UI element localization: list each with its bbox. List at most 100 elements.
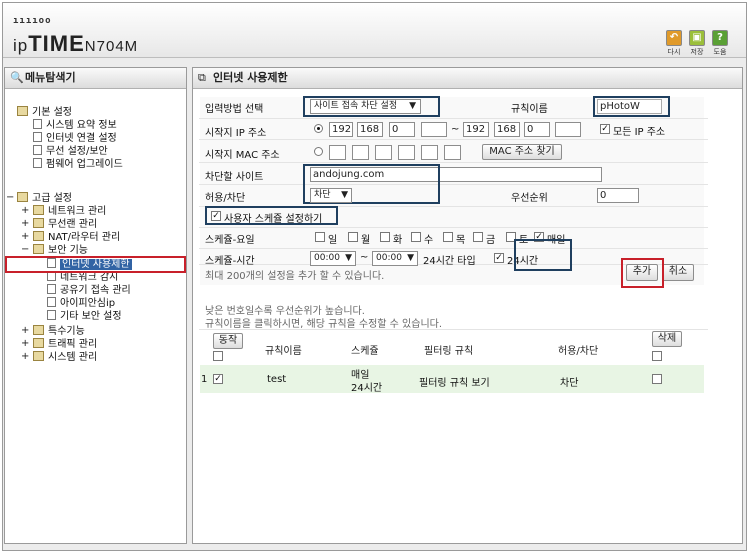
save-button[interactable]: ▣ 저장 [687,30,707,57]
help-icon: ? [712,30,728,46]
tree-item-wireless-security[interactable]: 무선 설정/보안 [33,145,108,158]
day-thu-checkbox[interactable] [443,232,453,242]
page-icon [33,158,42,168]
ip-to-octet-3[interactable]: 0 [524,122,550,137]
ip-radio[interactable] [314,124,323,133]
expand-icon[interactable]: + [21,325,29,337]
day-fri-checkbox[interactable] [473,232,483,242]
cancel-button[interactable]: 취소 [662,264,694,281]
row-rule-name[interactable]: test [267,374,286,385]
ip-from-octet-1[interactable]: 192 [329,122,353,137]
delete-all-checkbox[interactable] [652,351,662,361]
mac-field-5[interactable] [421,145,438,160]
folder-icon [33,338,44,348]
tree-basic-settings[interactable]: 기본 설정 [17,106,72,119]
tree-item-network-management[interactable]: 네트워크 관리 [33,205,106,218]
allow-block-label: 허용/차단 [205,193,246,204]
folder-icon [17,192,28,202]
tree-label: 보안 기능 [48,245,88,256]
all-ip-checkbox[interactable]: ✓ [600,124,610,134]
collapse-icon[interactable]: − [6,192,14,204]
time-to-value: 00:00 [376,253,402,263]
tree-label: 트래픽 관리 [48,339,98,350]
edit-note: 규칙이름을 클릭하시면, 해당 규칙을 수정할 수 있습니다. [205,319,443,330]
ip-to-octet-1[interactable]: 192 [463,122,489,137]
tree-item-wireless-lan[interactable]: 무선랜 관리 [33,218,97,231]
ip-from-octet-4[interactable] [421,122,447,137]
tree-label: 고급 설정 [32,193,72,204]
input-method-label: 입력방법 선택 [205,104,264,115]
row-delete-checkbox[interactable] [652,374,662,384]
max-note: 최대 200개의 설정을 추가 할 수 있습니다. [205,271,385,282]
page-icon [33,119,42,129]
mac-field-2[interactable] [352,145,369,160]
delete-button[interactable]: 삭제 [652,331,682,347]
tree-item-firmware-upgrade[interactable]: 펌웨어 업그레이드 [33,158,123,171]
tree-label: 시스템 요약 정보 [46,120,117,131]
mac-search-button[interactable]: MAC 주소 찾기 [482,144,562,160]
mac-field-6[interactable] [444,145,461,160]
row-schedule-hours: 24시간 [351,383,383,394]
row-filter-link[interactable]: 필터링 규칙 보기 [419,374,490,389]
ip-to-octet-2[interactable]: 168 [494,122,520,137]
priority-input[interactable]: 0 [597,188,639,203]
undo-button[interactable]: ↶ 다시 [664,30,684,57]
row-action: 차단 [560,378,579,389]
day-fri-label: 금 [486,235,496,246]
time-from-select[interactable]: 00:00 ▼ [310,251,356,266]
all-ip-label: 모든 IP 주소 [613,127,666,138]
expand-icon[interactable]: + [21,351,29,363]
page-icon [47,310,56,320]
expand-icon[interactable]: + [21,218,29,230]
tree-item-internet-connection[interactable]: 인터넷 연결 설정 [33,132,117,145]
tree-item-ip-safe[interactable]: 아이피안심ip [47,297,115,310]
ip-from-octet-2[interactable]: 168 [357,122,383,137]
tree-item-traffic[interactable]: 트래픽 관리 [33,338,97,351]
operate-button[interactable]: 동작 [213,333,243,349]
tree-item-system-management[interactable]: 시스템 관리 [33,351,97,364]
divider [199,329,708,330]
tree-item-other-security[interactable]: 기타 보안 설정 [47,310,122,323]
expand-icon[interactable]: + [21,231,29,243]
ip-from-octet-3[interactable]: 0 [389,122,415,137]
tree-item-nat-router[interactable]: NAT/라우터 관리 [33,231,120,244]
day-sun-checkbox[interactable] [315,232,325,242]
operate-all-checkbox[interactable] [213,351,223,361]
highlight-box [593,96,670,117]
allow-block-value: 차단 [314,190,331,200]
main-panel: ⧉ 인터넷 사용제한 입력방법 선택 사이트 접속 차단 설정 ▼ 규칙이름 pH… [192,67,743,544]
rule-name-label: 규칙이름 [511,104,548,115]
expand-icon[interactable]: + [21,338,29,350]
day-mon-checkbox[interactable] [348,232,358,242]
day-tue-checkbox[interactable] [380,232,390,242]
tree-label: 펌웨어 업그레이드 [46,159,123,170]
dropdown-arrow-icon: ▼ [345,253,352,263]
tree-item-router-access[interactable]: 공유기 접속 관리 [47,284,131,297]
tree-item-system-summary[interactable]: 시스템 요약 정보 [33,119,117,132]
day-sun-label: 일 [328,235,338,246]
divider [199,162,708,163]
time-to-select[interactable]: 00:00 ▼ [372,251,418,266]
window-icon: ⧉ [198,71,206,84]
hours24-checkbox[interactable]: ✓ [494,253,504,263]
ip-to-octet-4[interactable] [555,122,581,137]
day-wed-checkbox[interactable] [411,232,421,242]
mac-field-1[interactable] [329,145,346,160]
help-button[interactable]: ? 도움 [710,30,730,57]
tree-item-special[interactable]: 특수기능 [33,325,85,338]
tree-advanced-settings[interactable]: 고급 설정 [17,192,72,205]
collapse-icon[interactable]: − [21,244,29,256]
allow-block-select[interactable]: 차단 ▼ [310,188,352,203]
schedule-time-label: 스케쥴-시간 [205,256,255,267]
col-rule-name: 규칙이름 [265,346,302,357]
row-operate-checkbox[interactable]: ✓ [213,374,223,384]
help-label: 도움 [713,48,727,56]
mac-field-3[interactable] [375,145,392,160]
tree-label: 인터넷 연결 설정 [46,133,117,144]
mac-radio[interactable] [314,147,323,156]
expand-icon[interactable]: + [21,205,29,217]
day-thu-label: 목 [456,235,466,246]
page-icon [47,284,56,294]
mac-field-4[interactable] [398,145,415,160]
start-ip-label: 시작지 IP 주소 [205,128,267,139]
